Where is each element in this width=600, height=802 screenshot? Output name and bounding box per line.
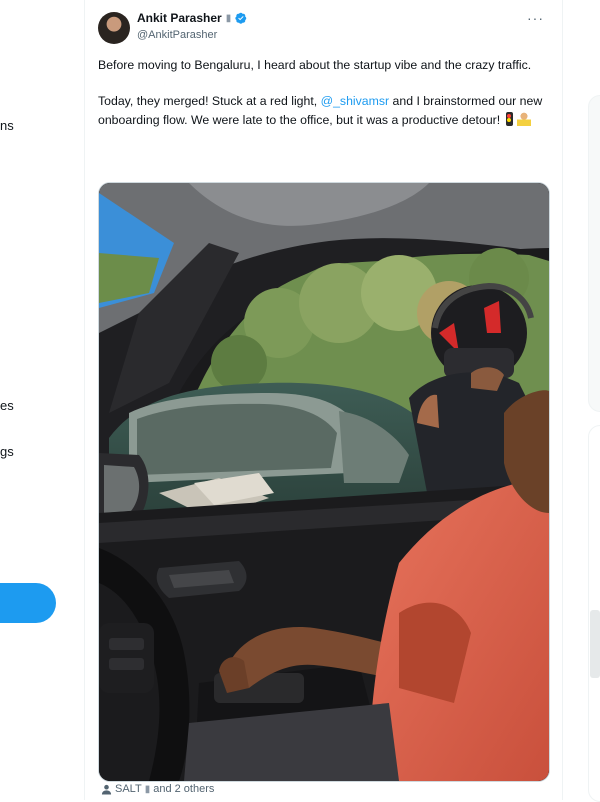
avatar[interactable] <box>98 12 130 44</box>
verified-badge-icon[interactable] <box>235 12 247 24</box>
nav-item-fragment[interactable]: es <box>0 398 14 413</box>
nav-item-fragment[interactable]: gs <box>0 444 14 459</box>
traffic-light-emoji-icon <box>505 111 513 126</box>
photo-illustration <box>99 183 549 781</box>
bottle-emoji-icon: ▮ <box>225 12 232 24</box>
column-divider-right <box>562 0 563 800</box>
post-button[interactable] <box>0 583 56 623</box>
tweet-text: Before moving to Bengaluru, I heard abou… <box>98 56 553 129</box>
author-display-name[interactable]: Ankit Parasher <box>137 11 222 25</box>
liked-by-name[interactable]: SALT <box>115 783 142 795</box>
right-sidebar-card <box>588 95 600 412</box>
tweet-paragraph: Today, they merged! Stuck at a red light… <box>98 92 553 129</box>
tweet: Ankit Parasher ▮ @AnkitParasher ··· Befo… <box>85 0 562 800</box>
more-options-icon[interactable]: ··· <box>527 10 544 26</box>
person-icon <box>101 784 112 795</box>
mention-link[interactable]: @_shivamsr <box>321 94 390 108</box>
tweet-paragraph: Before moving to Bengaluru, I heard abou… <box>98 58 532 72</box>
liked-by-others[interactable]: and 2 others <box>153 783 214 795</box>
bottle-emoji-icon: ▮ <box>144 783 151 795</box>
scrollbar-thumb[interactable] <box>590 610 600 678</box>
person-emoji-icon <box>516 111 531 126</box>
tweet-text-segment: Today, they merged! Stuck at a red light… <box>98 94 321 109</box>
author-name-row: Ankit Parasher ▮ <box>137 11 247 25</box>
nav-item-fragment[interactable]: ns <box>0 118 14 133</box>
left-navigation: ns es gs <box>0 0 84 800</box>
liked-by-row[interactable]: SALT ▮ and 2 others <box>101 783 214 795</box>
tweet-photo[interactable] <box>98 182 550 782</box>
author-handle[interactable]: @AnkitParasher <box>137 29 217 41</box>
